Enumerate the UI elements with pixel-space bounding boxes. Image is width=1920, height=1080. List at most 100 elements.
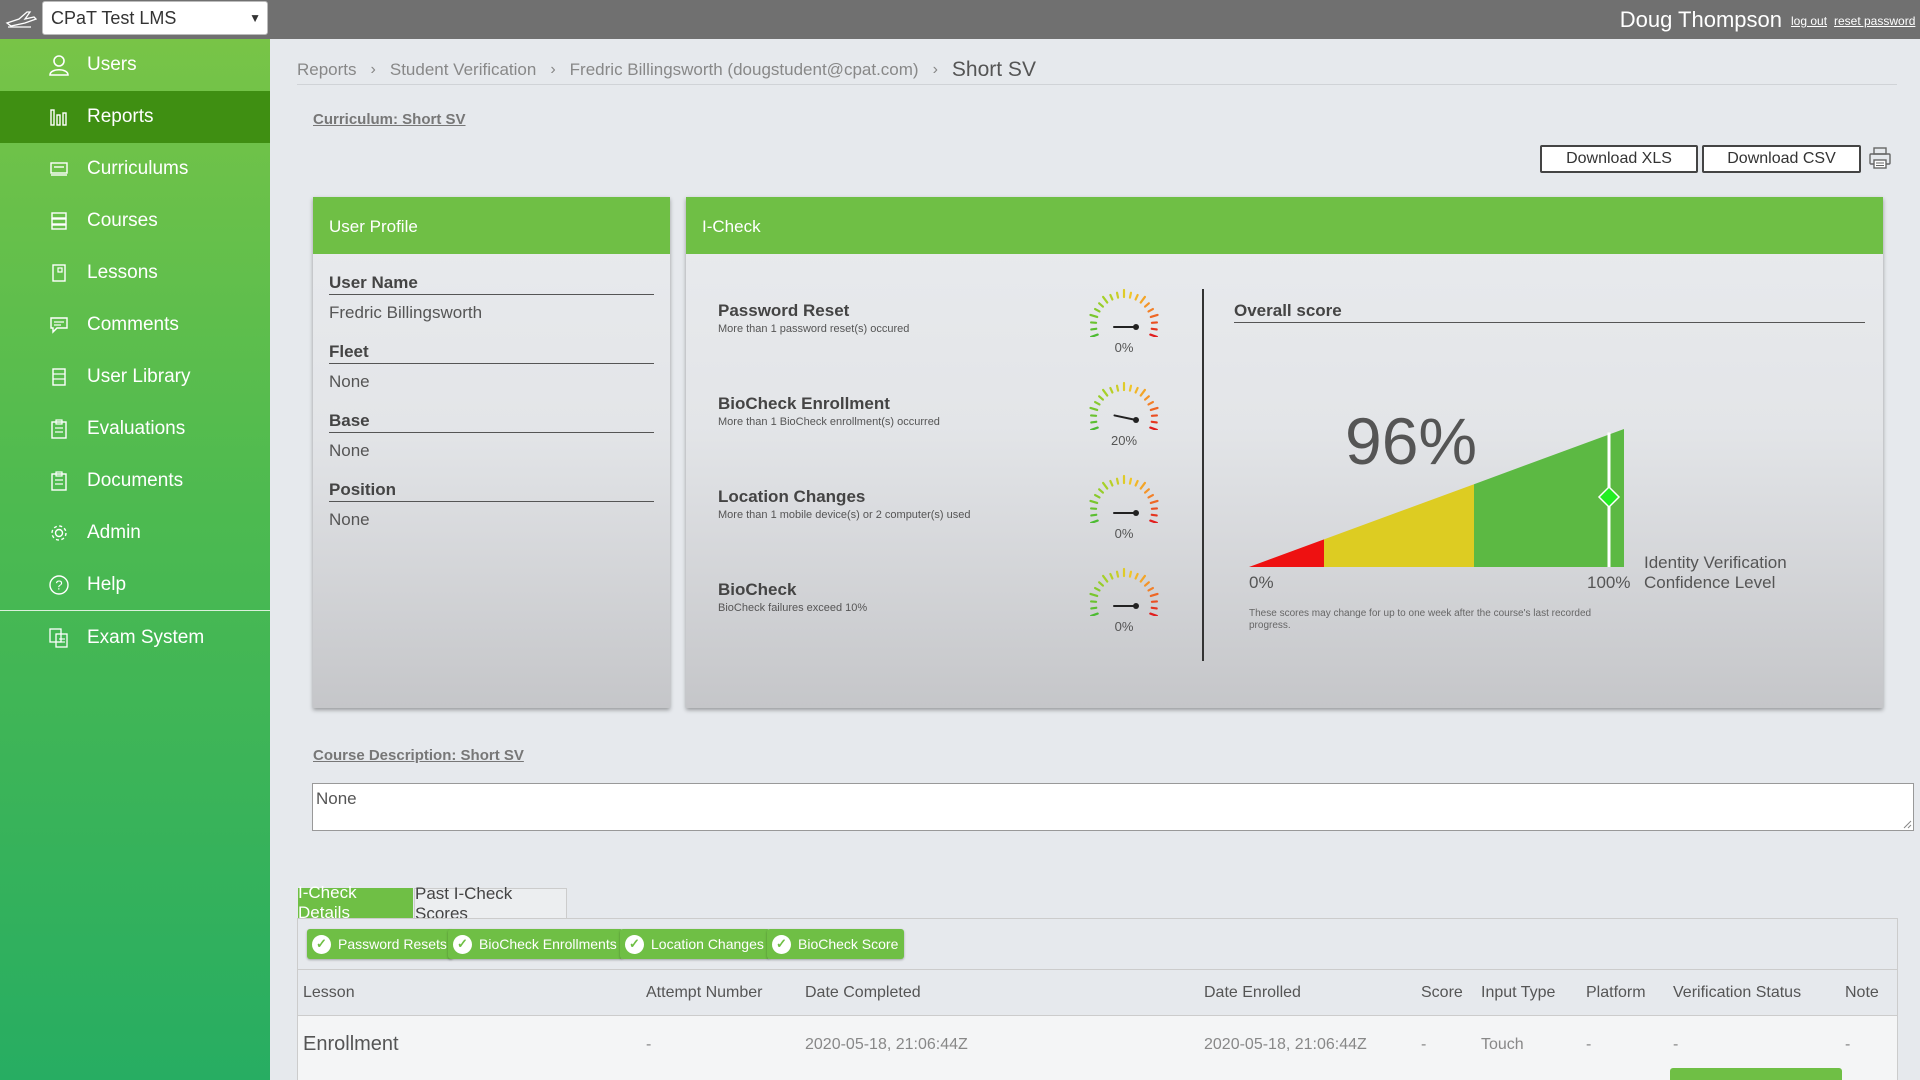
- exam-icon: [47, 626, 71, 650]
- gauge-tick: [1128, 570, 1133, 578]
- sidebar-item-exam-system[interactable]: Exam System: [0, 612, 270, 664]
- sidebar-item-lessons[interactable]: Lessons: [0, 247, 270, 299]
- sidebar-item-reports[interactable]: Reports: [0, 91, 270, 143]
- gauge-tick: [1143, 581, 1150, 587]
- table-row[interactable]: Enrollment - 2020-05-18, 21:06:44Z 2020-…: [298, 1016, 1897, 1080]
- tab-icheck-details[interactable]: I-Check Details: [298, 883, 413, 922]
- col-lesson[interactable]: Lesson: [303, 984, 355, 1002]
- download-csv-button[interactable]: Download CSV: [1702, 145, 1861, 173]
- gauge-tick: [1143, 488, 1150, 494]
- tab-past-icheck-scores[interactable]: Past I-Check Scores: [414, 884, 567, 923]
- sidebar-item-label: Courses: [87, 210, 158, 231]
- sidebar-item-courses[interactable]: Courses: [0, 195, 270, 247]
- gauge-tick: [1149, 519, 1158, 523]
- sidebar-item-comments[interactable]: Comments: [0, 299, 270, 351]
- gauge-tick: [1139, 388, 1147, 397]
- col-verification-status[interactable]: Verification Status: [1673, 984, 1801, 1002]
- sidebar-item-documents[interactable]: Documents: [0, 455, 270, 507]
- icheck-details-table: ✓ Password Resets ✓ BioCheck Enrollments ✓…: [297, 918, 1898, 1080]
- col-input-type[interactable]: Input Type: [1481, 984, 1555, 1002]
- logout-link[interactable]: log out: [1791, 14, 1827, 28]
- metric-title: BioCheck: [718, 580, 797, 599]
- curriculum-title: Curriculum: Short SV: [313, 111, 466, 128]
- gauge-tick: [1089, 406, 1099, 412]
- gear-icon: [47, 521, 71, 545]
- gauge-tick: [1090, 333, 1099, 337]
- gauge-tick: [1134, 479, 1139, 487]
- gauge-tick: [1134, 293, 1139, 301]
- sidebar-item-help[interactable]: ? Help: [0, 559, 270, 611]
- help-icon: ?: [47, 573, 71, 597]
- gauge-tick: [1134, 386, 1139, 394]
- sidebar-item-admin[interactable]: Admin: [0, 507, 270, 559]
- metric-subtitle: More than 1 password reset(s) occured: [718, 323, 910, 335]
- gauge-tick: [1090, 420, 1098, 424]
- confidence-caption: Identity Verification Confidence Level: [1644, 553, 1787, 593]
- cell-score: -: [1421, 1036, 1427, 1053]
- col-date-completed[interactable]: Date Completed: [805, 984, 921, 1002]
- check-icon: ✓: [772, 934, 791, 954]
- col-score[interactable]: Score: [1421, 984, 1463, 1002]
- col-note[interactable]: Note: [1845, 984, 1879, 1002]
- gauge-password-reset: [1089, 288, 1159, 337]
- col-attempt-number[interactable]: Attempt Number: [646, 984, 762, 1002]
- user-profile-panel: User Profile User Name Fredric Billingsw…: [313, 197, 670, 708]
- gauge-tick: [1109, 572, 1114, 580]
- sidebar-item-user-library[interactable]: User Library: [0, 351, 270, 403]
- check-icon: ✓: [312, 934, 331, 954]
- airplane-logo-icon[interactable]: [5, 9, 37, 29]
- gauge-biocheck: [1089, 567, 1159, 616]
- course-description-textarea[interactable]: None: [312, 783, 1914, 831]
- sidebar-divider: [0, 610, 270, 611]
- overall-score-title: Overall score: [1234, 301, 1865, 323]
- gauge-tick: [1149, 426, 1158, 430]
- top-bar: CPaT Test LMS ▼ Doug Thompson log out re…: [0, 0, 1920, 39]
- axis-max-label: 100%: [1587, 573, 1631, 592]
- download-xls-button[interactable]: Download XLS: [1540, 145, 1698, 173]
- breadcrumb-current: Short SV: [951, 58, 1036, 81]
- score-note: These scores may change for up to one we…: [1249, 608, 1592, 631]
- gauge-needle: [1113, 414, 1137, 421]
- bar-chart-icon: [47, 105, 71, 129]
- sidebar-item-evaluations[interactable]: Evaluations: [0, 403, 270, 455]
- verification-status-button[interactable]: [1670, 1068, 1842, 1080]
- gauge-tick: [1090, 327, 1098, 331]
- gauge-tick: [1094, 307, 1101, 313]
- lms-select[interactable]: CPaT Test LMS ▼: [42, 1, 268, 35]
- gauge-hub: [1133, 510, 1139, 516]
- sidebar-item-label: User Library: [87, 366, 191, 387]
- gauge-tick: [1090, 426, 1099, 430]
- sidebar-item-label: Curriculums: [87, 158, 189, 179]
- panel-divider: [1202, 289, 1204, 661]
- gauge-biocheck-enrollment: [1089, 381, 1159, 430]
- gauge-value-password-reset: 0%: [1114, 340, 1134, 355]
- sidebar-item-curriculums[interactable]: Curriculums: [0, 143, 270, 195]
- course-description-value: None: [316, 789, 357, 808]
- breadcrumb-reports[interactable]: Reports: [297, 60, 357, 80]
- gauge-hub: [1133, 417, 1139, 423]
- resize-handle-icon[interactable]: [1902, 819, 1912, 829]
- col-date-enrolled[interactable]: Date Enrolled: [1204, 984, 1301, 1002]
- gauge-tick: [1139, 574, 1147, 583]
- col-platform[interactable]: Platform: [1586, 984, 1646, 1002]
- reset-password-link[interactable]: reset password: [1834, 14, 1915, 28]
- gauge-tick: [1101, 295, 1109, 304]
- gauge-tick: [1098, 488, 1105, 494]
- gauge-tick: [1128, 477, 1133, 485]
- gauge-tick: [1147, 586, 1154, 592]
- cell-date-enrolled: 2020-05-18, 21:06:44Z: [1204, 1036, 1367, 1053]
- filter-biocheck-enrollments[interactable]: ✓ BioCheck Enrollments: [448, 929, 623, 959]
- gauge-tick: [1150, 606, 1158, 610]
- breadcrumb-student[interactable]: Fredric Billingsworth (dougstudent@cpat.…: [570, 60, 919, 80]
- filter-biocheck-score[interactable]: ✓ BioCheck Score: [767, 929, 905, 959]
- filter-label: Password Resets: [338, 936, 447, 952]
- sidebar-item-users[interactable]: Users: [0, 39, 270, 91]
- printer-icon[interactable]: [1867, 145, 1893, 171]
- cell-platform: -: [1586, 1036, 1592, 1053]
- gauge-tick: [1090, 513, 1098, 517]
- breadcrumb-student-verification[interactable]: Student Verification: [390, 60, 536, 80]
- filter-location-changes[interactable]: ✓ Location Changes: [620, 929, 770, 959]
- metric-title: Password Reset: [718, 301, 850, 320]
- check-icon: ✓: [625, 934, 644, 954]
- filter-password-resets[interactable]: ✓ Password Resets: [307, 929, 453, 959]
